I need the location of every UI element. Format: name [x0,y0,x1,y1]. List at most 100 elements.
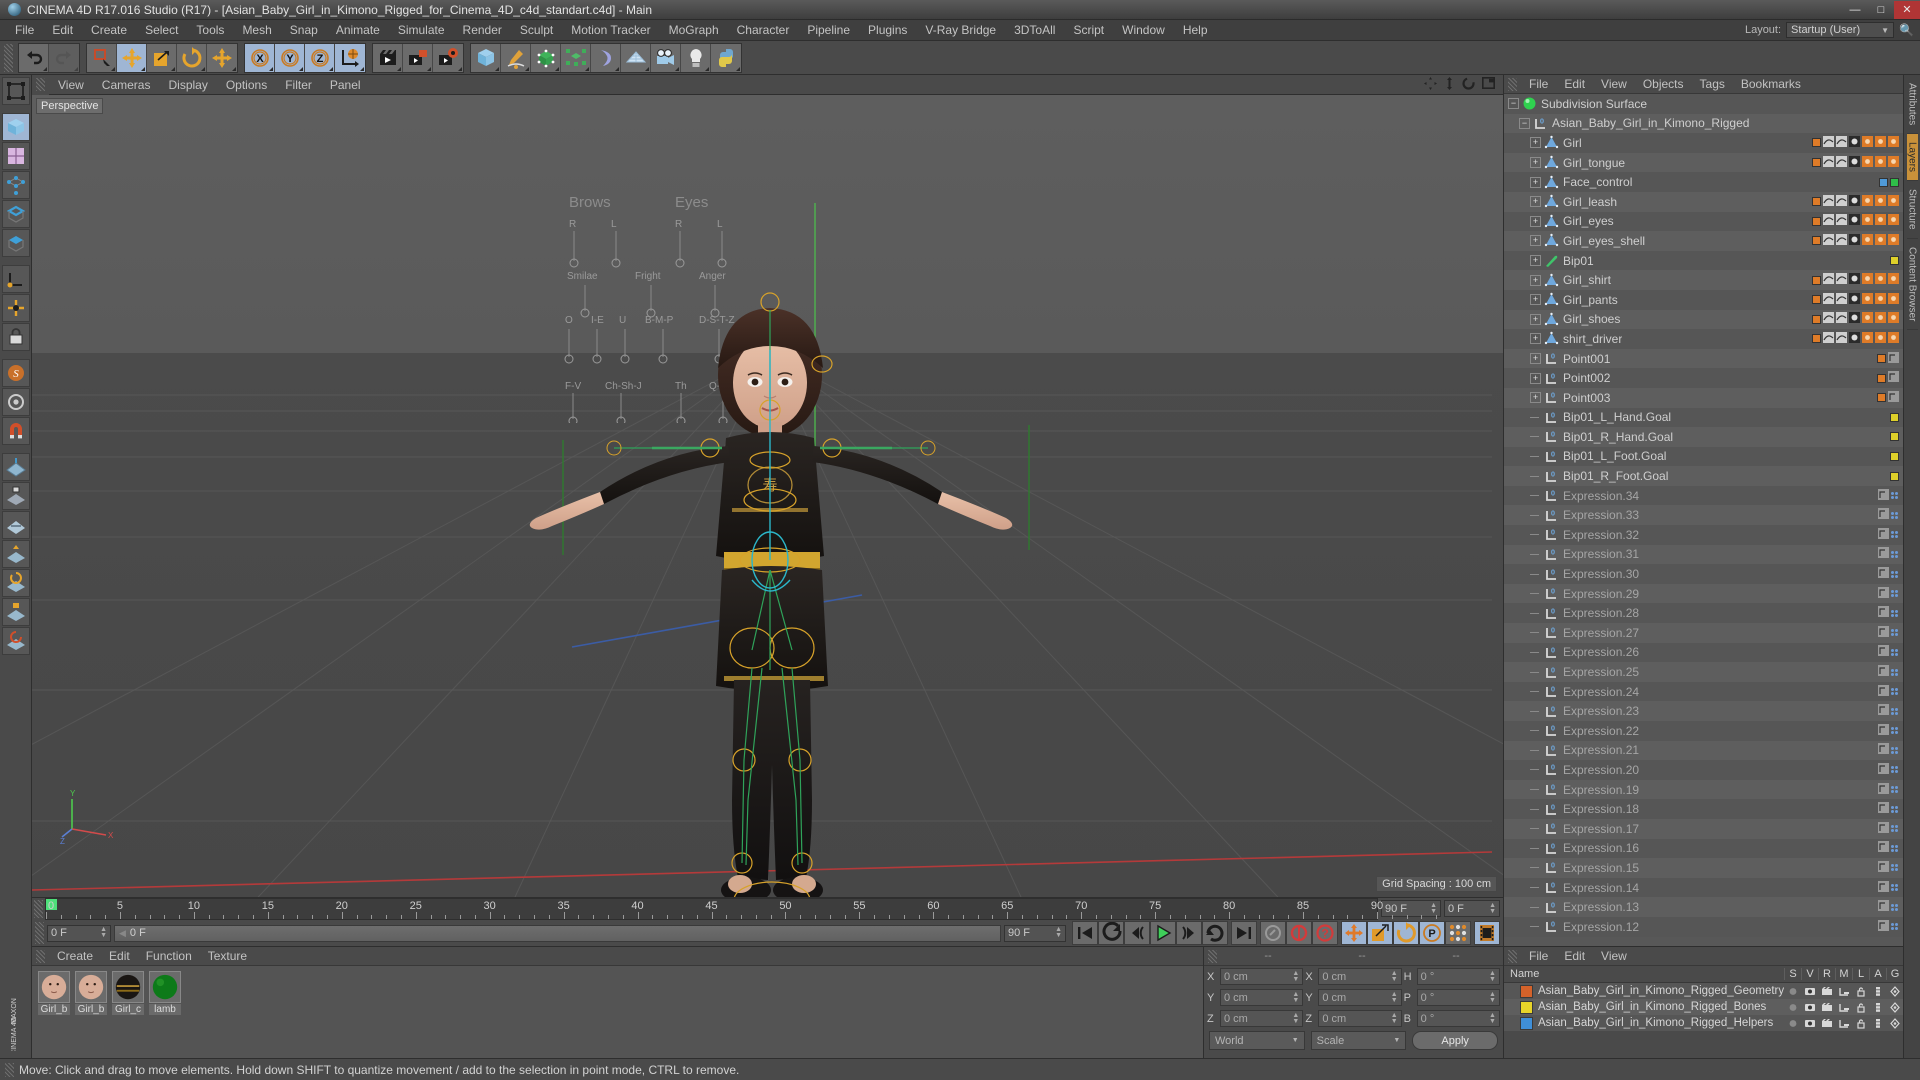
object-row[interactable]: 0 Expression.21 [1504,740,1903,761]
lock-z-button[interactable]: Z [305,43,335,72]
status-grip[interactable] [5,1062,14,1077]
add-spline-button[interactable] [501,43,531,72]
stepper-icon[interactable]: ▲ ▼ [1430,902,1437,915]
layer-lock-toggle[interactable] [1852,986,1869,997]
texture-tag-icon[interactable] [1862,135,1873,150]
expression-tag-icon[interactable] [1878,684,1889,699]
texture-tag-icon[interactable] [1875,312,1886,326]
orange-tag-icon[interactable] [1812,236,1821,246]
object-row[interactable]: 0 Expression.16 [1504,838,1903,859]
layer-animation-toggle[interactable] [1869,1002,1886,1013]
material-item[interactable]: Girl_b [38,971,70,1015]
deformer-tag-icon[interactable] [1823,273,1834,287]
material-menu-function[interactable]: Function [138,947,200,966]
object-row[interactable]: 0 Expression.33 [1504,505,1903,526]
texture-tag-icon[interactable] [1888,292,1899,307]
expression-dots-icon[interactable] [1891,786,1899,794]
render-to-picture-viewer-button[interactable] [403,43,433,72]
expression-tag-icon[interactable] [1878,547,1889,561]
object-row[interactable]: 0 Expression.24 [1504,681,1903,702]
vtab-attributes[interactable]: Attributes [1906,75,1918,135]
expression-dots-icon[interactable] [1891,648,1899,656]
orange-tag-icon[interactable] [1812,295,1821,305]
object-row[interactable]: 0 Expression.26 [1504,642,1903,663]
expression-tag-icon[interactable] [1878,586,1889,601]
expression-dots-icon[interactable] [1891,531,1899,539]
layer-visible-toggle[interactable] [1801,986,1818,997]
texture-tag-icon[interactable] [1888,194,1899,209]
layer-lock-toggle[interactable] [1852,1002,1869,1013]
orange-tag-icon[interactable] [1812,158,1821,168]
viewport-menu-filter[interactable]: Filter [276,75,321,95]
expression-tag-icon[interactable] [1878,860,1889,875]
object-menu-tags[interactable]: Tags [1692,75,1733,94]
go-to-start-button[interactable] [1072,921,1098,945]
deformer-tag-icon[interactable] [1836,194,1847,209]
object-row[interactable]: 0 Expression.25 [1504,662,1903,682]
expression-tag-icon[interactable] [1878,723,1889,738]
expression-tag-icon[interactable] [1878,743,1889,757]
object-row[interactable]: + Girl_shoes [1504,309,1903,330]
weight-tag-icon[interactable] [1849,194,1860,209]
texture-tag-icon[interactable] [1888,233,1899,248]
move-workplane-button[interactable] [1,540,30,568]
texture-tag-icon[interactable] [1862,312,1873,326]
coord-field-position-z[interactable]: 0 cm ▲ ▼ [1220,1010,1304,1027]
layer-render-toggle[interactable] [1818,1018,1835,1029]
layer-column-s[interactable]: S [1784,968,1801,980]
expand-icon[interactable]: + [1530,392,1541,404]
texture-tag-icon[interactable] [1875,273,1886,287]
menu-pipeline[interactable]: Pipeline [798,20,859,41]
object-row[interactable]: 0 Bip01_L_Foot.Goal [1504,446,1903,467]
texture-tag-icon[interactable] [1875,233,1886,248]
scale-key-button[interactable] [1367,921,1393,945]
menu-character[interactable]: Character [728,20,799,41]
expand-icon[interactable]: + [1530,215,1541,227]
autokeying-button[interactable] [1286,921,1312,945]
texture-tag-icon[interactable] [1888,214,1899,228]
expression-tag-icon[interactable] [1878,606,1889,620]
viewport-menu-view[interactable]: View [49,75,93,95]
object-tree[interactable]: − Subdivision Surface −0 Asian_Baby_Girl_in… [1504,94,1903,946]
expression-tag-icon[interactable] [1878,645,1889,659]
coord-field-size-y[interactable]: 0 cm ▲ ▼ [1318,989,1402,1006]
expand-icon[interactable]: + [1530,157,1541,169]
orange-tag-icon[interactable] [1877,354,1886,364]
toolbar-grip[interactable] [4,43,13,72]
lock-y-button[interactable]: Y [275,43,305,72]
object-row[interactable]: − 0 Asian_Baby_Girl_in_Kimono_Rigged [1504,113,1903,134]
object-row[interactable]: + Girl_eyes [1504,211,1903,232]
polygons-mode-button[interactable] [1,229,30,257]
expand-icon[interactable]: + [1530,176,1541,188]
texture-tag-icon[interactable] [1888,312,1899,326]
object-row[interactable]: 0 Expression.14 [1504,877,1903,898]
expression-tag-icon[interactable] [1878,880,1889,895]
menu-motion-tracker[interactable]: Motion Tracker [562,20,659,41]
layer-manager-toggle[interactable] [1835,1002,1852,1013]
coordinate-grip[interactable] [1208,949,1217,963]
menu-file[interactable]: File [6,20,43,41]
layer-visible-toggle[interactable] [1801,1018,1818,1029]
stepper-icon-4[interactable]: ▲ ▼ [1055,926,1062,939]
param-key-button[interactable]: P [1419,921,1445,945]
expression-tag-icon[interactable] [1878,802,1889,816]
move-extra-button[interactable] [207,43,237,72]
layer-menu-edit[interactable]: Edit [1556,947,1593,966]
texture-tag-icon[interactable] [1888,135,1899,150]
menu-3dtoall[interactable]: 3DToAll [1005,20,1064,41]
add-floor-button[interactable] [621,43,651,72]
object-row[interactable]: + Girl_eyes_shell [1504,231,1903,251]
object-row[interactable]: + Girl_leash [1504,191,1903,212]
layer-generator-toggle[interactable] [1886,1017,1903,1029]
expression-dots-icon[interactable] [1891,570,1899,578]
menu-create[interactable]: Create [82,20,136,41]
layer-visible-toggle[interactable] [1801,1002,1818,1013]
expression-dots-icon[interactable] [1891,727,1899,735]
layer-generator-toggle[interactable] [1886,1001,1903,1013]
texture-tag-icon[interactable] [1862,233,1873,248]
object-menu-edit[interactable]: Edit [1556,75,1593,94]
menu-animate[interactable]: Animate [327,20,389,41]
stepper-icon[interactable]: ▲ ▼ [1489,970,1496,983]
coord-field-rotation-h[interactable]: 0 ° ▲ ▼ [1416,968,1500,985]
menu-edit[interactable]: Edit [43,20,82,41]
